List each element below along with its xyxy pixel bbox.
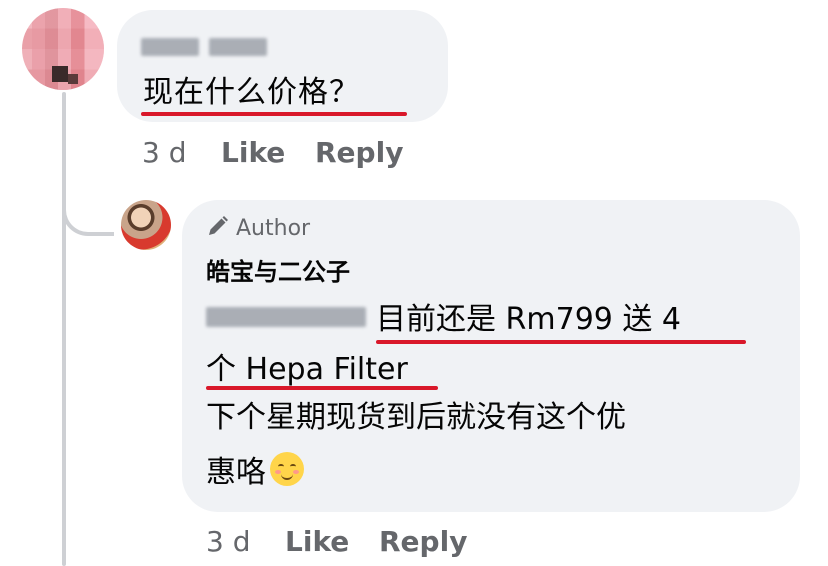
avatar-pixel-dark — [52, 66, 68, 82]
reply-line-2: 个 Hepa Filter — [206, 352, 408, 387]
highlight-underline-line-1 — [376, 340, 746, 344]
comment-reply-button[interactable]: Reply — [315, 137, 403, 169]
reply-author-name[interactable]: 皓宝与二公子 — [206, 256, 350, 288]
mentioned-name-blurred[interactable] — [206, 306, 366, 327]
avatar-pixel-dark-2 — [68, 74, 78, 84]
author-avatar[interactable] — [121, 200, 171, 250]
thread-connector-line — [62, 92, 66, 566]
comment-bubble: 现在什么价格？ — [117, 10, 448, 122]
reply-timestamp[interactable]: 3 d — [206, 526, 251, 558]
reply-line-1-text: 目前还是 Rm799 送 4 — [376, 302, 682, 337]
commenter-avatar[interactable] — [22, 8, 104, 90]
reply-line-1: 目前还是 Rm799 送 4 — [206, 300, 681, 340]
smiling-face-emoji-icon — [270, 452, 304, 486]
reply-like-button[interactable]: Like — [285, 526, 349, 558]
reply-reply-button[interactable]: Reply — [379, 526, 467, 558]
reply-line-4: 惠咯 — [206, 452, 304, 493]
comment-timestamp[interactable]: 3 d — [142, 137, 187, 169]
highlight-underline — [141, 112, 407, 116]
pencil-icon — [209, 216, 228, 235]
highlight-underline-line-2 — [206, 386, 438, 390]
reply-bubble: Author 皓宝与二公子 目前还是 Rm799 送 4 个 Hepa Filt… — [182, 200, 800, 512]
comment-text: 现在什么价格？ — [143, 75, 360, 110]
comment-like-button[interactable]: Like — [221, 137, 285, 169]
author-badge: Author — [206, 214, 310, 244]
reply-line-3: 下个星期现货到后就没有这个优 — [206, 400, 626, 435]
reply-line-4-text: 惠咯 — [206, 455, 266, 490]
author-badge-label: Author — [236, 216, 311, 241]
thread-reply-connector — [62, 170, 114, 236]
commenter-name-blurred-2 — [209, 38, 267, 56]
commenter-name-blurred[interactable] — [141, 38, 199, 56]
